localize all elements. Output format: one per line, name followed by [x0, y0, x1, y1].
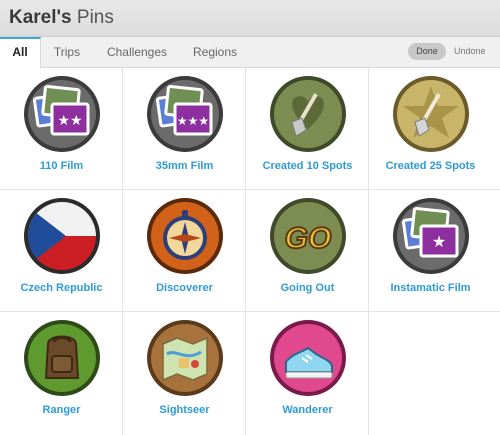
- page-title: Karel's Pins: [9, 7, 114, 29]
- pin-label: Created 25 Spots: [385, 160, 476, 172]
- go-icon: GO: [270, 198, 346, 274]
- pin-ranger[interactable]: Ranger: [0, 312, 123, 435]
- tab-regions[interactable]: Regions: [186, 37, 244, 67]
- pin-35mm-film[interactable]: ★★★ 35mm Film: [123, 68, 246, 190]
- title-bar: Karel's Pins: [0, 0, 500, 37]
- svg-text:GO: GO: [285, 222, 332, 255]
- pin-label: Discoverer: [156, 282, 213, 294]
- czech-flag-icon: [24, 198, 100, 274]
- pin-wanderer[interactable]: Wanderer: [246, 312, 369, 435]
- tab-trips[interactable]: Trips: [46, 37, 88, 67]
- sneaker-icon: [270, 320, 346, 396]
- pin-label: Wanderer: [282, 404, 333, 416]
- tab-challenges[interactable]: Challenges: [100, 37, 174, 67]
- pin-created-10-spots[interactable]: Created 10 Spots: [246, 68, 369, 190]
- pin-going-out[interactable]: GO Going Out: [246, 190, 369, 312]
- pin-110-film[interactable]: ★★ 110 Film: [0, 68, 123, 190]
- pin-label: Instamatic Film: [390, 282, 471, 294]
- page-title-section: Pins: [76, 7, 114, 28]
- pin-label: 35mm Film: [155, 160, 214, 172]
- pin-discoverer[interactable]: Discoverer: [123, 190, 246, 312]
- pin-sightseer[interactable]: Sightseer: [123, 312, 246, 435]
- svg-text:★★: ★★: [57, 112, 82, 128]
- done-toggle[interactable]: Done: [408, 43, 446, 60]
- film-photos-icon: ★★: [24, 76, 100, 152]
- pins-grid: ★★ 110 Film ★★★ 35mm Film Created 10 Spo…: [0, 68, 500, 435]
- pin-label: Created 10 Spots: [262, 160, 353, 172]
- pin-label: Czech Republic: [20, 282, 103, 294]
- shovel-star-icon: [393, 76, 469, 152]
- shovel-icon: [270, 76, 346, 152]
- map-icon: [147, 320, 223, 396]
- tab-all[interactable]: All: [0, 37, 41, 68]
- backpack-icon: [24, 320, 100, 396]
- pin-label: Ranger: [42, 404, 81, 416]
- pin-czech-republic[interactable]: Czech Republic: [0, 190, 123, 312]
- undone-toggle[interactable]: Undone: [454, 43, 486, 60]
- pin-label: Sightseer: [159, 404, 210, 416]
- page-title-owner: Karel's: [9, 7, 72, 28]
- svg-text:★: ★: [432, 234, 446, 251]
- pin-instamatic-film[interactable]: ★ Instamatic Film: [369, 190, 500, 312]
- film-photos-icon: ★★★: [147, 76, 223, 152]
- pin-label: 110 Film: [39, 160, 84, 172]
- film-photos-icon: ★: [393, 198, 469, 274]
- svg-text:★★★: ★★★: [177, 114, 209, 128]
- pin-label: Going Out: [280, 282, 335, 294]
- pin-created-25-spots[interactable]: Created 25 Spots: [369, 68, 500, 190]
- compass-icon: [147, 198, 223, 274]
